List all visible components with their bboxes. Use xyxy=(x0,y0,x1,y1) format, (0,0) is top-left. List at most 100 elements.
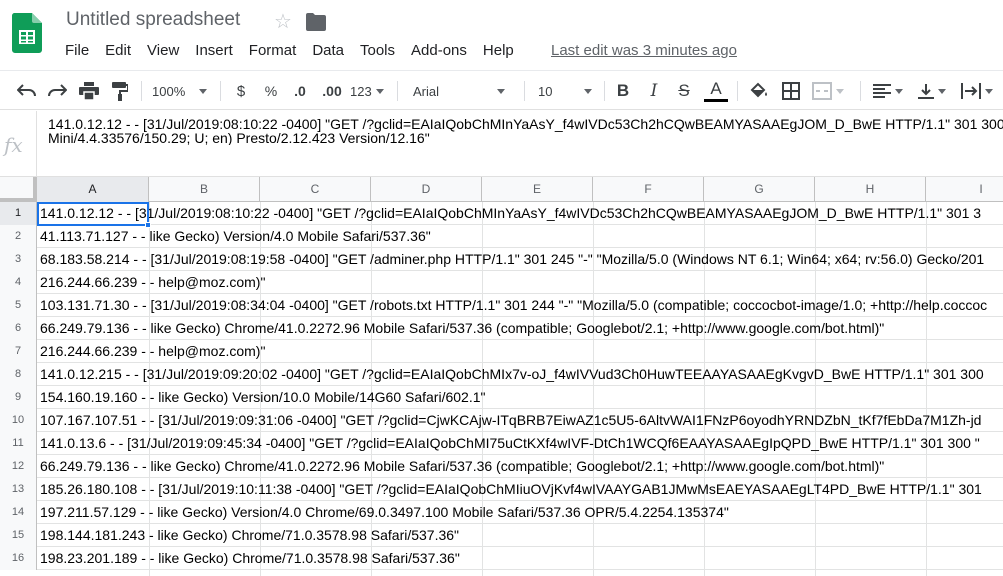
cell-a9[interactable]: 154.160.19.160 - - like Gecko) Version/1… xyxy=(40,386,485,409)
menu-tools[interactable]: Tools xyxy=(352,41,403,60)
menu-edit[interactable]: Edit xyxy=(97,41,139,60)
borders-button[interactable] xyxy=(779,71,803,111)
percent-format-button[interactable]: % xyxy=(260,71,282,111)
toolbar: 100% $ % .0 .00 123 Arial 10 B I S A xyxy=(0,70,1003,110)
increase-decimal-button[interactable]: .00 xyxy=(319,71,345,111)
currency-format-button[interactable]: $ xyxy=(230,71,252,111)
menu-file[interactable]: File xyxy=(57,41,97,60)
cell-a15[interactable]: 198.144.181.243 - like Gecko) Chrome/71.… xyxy=(40,524,459,547)
cell-a5[interactable]: 103.131.71.30 - - [31/Jul/2019:08:34:04 … xyxy=(40,294,987,317)
menu-help[interactable]: Help xyxy=(475,41,522,60)
row-header[interactable]: 2 xyxy=(0,225,37,248)
row-header[interactable]: 6 xyxy=(0,317,37,340)
font-size-value: 10 xyxy=(538,83,553,99)
table-row: 10 107.167.107.51 - - [31/Jul/2019:09:31… xyxy=(0,409,1003,432)
vertical-align-button[interactable] xyxy=(914,71,950,111)
last-edit-link[interactable]: Last edit was 3 minutes ago xyxy=(551,42,737,59)
menu-insert[interactable]: Insert xyxy=(187,41,241,60)
cell-a2[interactable]: 41.113.71.127 - - like Gecko) Version/4.… xyxy=(40,225,431,248)
text-wrapping-button[interactable] xyxy=(957,71,997,111)
redo-button[interactable] xyxy=(44,71,70,111)
align-left-icon xyxy=(873,84,891,98)
row-header[interactable]: 11 xyxy=(0,432,37,455)
toolbar-divider xyxy=(737,81,738,101)
chevron-down-icon xyxy=(199,88,208,94)
column-header-a[interactable]: A xyxy=(37,177,149,202)
cell-a1[interactable]: 141.0.12.12 - - [31/Jul/2019:08:10:22 -0… xyxy=(40,202,981,225)
row-header[interactable]: 16 xyxy=(0,547,37,570)
row-header[interactable]: 1 xyxy=(0,202,37,225)
table-row: 9 154.160.19.160 - - like Gecko) Version… xyxy=(0,386,1003,409)
cell-a6[interactable]: 66.249.79.136 - - like Gecko) Chrome/41.… xyxy=(40,317,884,340)
fill-handle[interactable] xyxy=(145,222,151,228)
fill-color-button[interactable] xyxy=(747,71,771,111)
menu-data[interactable]: Data xyxy=(304,41,352,60)
strikethrough-button[interactable]: S xyxy=(673,71,695,111)
cell-a14[interactable]: 197.211.57.129 - - like Gecko) Version/4… xyxy=(40,501,729,524)
row-header[interactable]: 3 xyxy=(0,248,37,271)
cell-a7[interactable]: 216.244.66.239 - - help@moz.com)" xyxy=(40,340,265,363)
font-family-select[interactable]: Arial xyxy=(413,71,513,111)
decrease-decimal-button[interactable]: .0 xyxy=(288,71,312,111)
row-header[interactable]: 7 xyxy=(0,340,37,363)
text-color-button[interactable]: A xyxy=(703,71,729,111)
spreadsheet-grid: A B C D E F G H I 1 141.0.12.12 - - [31/… xyxy=(0,177,1003,576)
font-size-select[interactable]: 10 xyxy=(538,71,600,111)
row-header[interactable]: 5 xyxy=(0,294,37,317)
row-header[interactable]: 14 xyxy=(0,501,37,524)
row-header[interactable]: 9 xyxy=(0,386,37,409)
print-button[interactable] xyxy=(76,71,102,111)
column-header-f[interactable]: F xyxy=(593,177,704,202)
table-row: 2 41.113.71.127 - - like Gecko) Version/… xyxy=(0,225,1003,248)
document-title[interactable]: Untitled spreadsheet xyxy=(66,9,240,31)
chevron-down-icon xyxy=(836,88,844,94)
cell-a3[interactable]: 68.183.58.214 - - [31/Jul/2019:08:19:58 … xyxy=(40,248,984,271)
sheets-logo-icon[interactable] xyxy=(12,13,42,53)
formula-bar: fx 141.0.12.12 - - [31/Jul/2019:08:10:22… xyxy=(0,111,1003,177)
zoom-select[interactable]: 100% xyxy=(152,71,214,111)
paint-format-button[interactable] xyxy=(107,71,133,111)
column-header-b[interactable]: B xyxy=(149,177,260,202)
number-format-select[interactable]: 123 xyxy=(350,71,390,111)
row-header[interactable]: 4 xyxy=(0,271,37,294)
menu-bar: File Edit View Insert Format Data Tools … xyxy=(57,41,522,60)
cell-a4[interactable]: 216.244.66.239 - - help@moz.com)" xyxy=(40,271,265,294)
menu-format[interactable]: Format xyxy=(241,41,305,60)
table-row: 5 103.131.71.30 - - [31/Jul/2019:08:34:0… xyxy=(0,294,1003,317)
cell-a16[interactable]: 198.23.201.189 - - like Gecko) Chrome/71… xyxy=(40,547,460,570)
merge-cells-button[interactable] xyxy=(810,71,846,111)
menu-view[interactable]: View xyxy=(139,41,187,60)
horizontal-align-button[interactable] xyxy=(870,71,906,111)
text-wrap-icon xyxy=(961,83,981,99)
column-header-c[interactable]: C xyxy=(260,177,371,202)
column-header-g[interactable]: G xyxy=(704,177,815,202)
cell-a11[interactable]: 141.0.13.6 - - [31/Jul/2019:09:45:34 -04… xyxy=(40,432,980,455)
column-header-d[interactable]: D xyxy=(371,177,482,202)
italic-button[interactable]: I xyxy=(643,71,665,111)
row-header[interactable]: 15 xyxy=(0,524,37,547)
row-header[interactable]: 12 xyxy=(0,455,37,478)
folder-icon[interactable] xyxy=(306,13,326,31)
select-all-corner[interactable] xyxy=(0,177,37,202)
text-color-letter: A xyxy=(710,79,722,98)
table-row: 14 197.211.57.129 - - like Gecko) Versio… xyxy=(0,501,1003,524)
formula-input[interactable]: 141.0.12.12 - - [31/Jul/2019:08:10:22 -0… xyxy=(48,117,1003,145)
menu-addons[interactable]: Add-ons xyxy=(403,41,475,60)
toolbar-divider xyxy=(524,81,525,101)
zoom-value: 100% xyxy=(152,83,186,99)
column-header-e[interactable]: E xyxy=(482,177,593,202)
row-header[interactable]: 13 xyxy=(0,478,37,501)
cell-a10[interactable]: 107.167.107.51 - - [31/Jul/2019:09:31:06… xyxy=(40,409,981,432)
cell-a13[interactable]: 185.26.180.108 - - [31/Jul/2019:10:11:38… xyxy=(40,478,982,501)
align-bottom-icon xyxy=(918,84,934,99)
row-header[interactable]: 8 xyxy=(0,363,37,386)
bold-button[interactable]: B xyxy=(612,71,634,111)
star-icon[interactable]: ☆ xyxy=(274,9,292,34)
column-header-i[interactable]: I xyxy=(926,177,1003,202)
row-header[interactable]: 10 xyxy=(0,409,37,432)
cell-a12[interactable]: 66.249.79.136 - - like Gecko) Chrome/41.… xyxy=(40,455,884,478)
undo-button[interactable] xyxy=(14,71,40,111)
column-header-h[interactable]: H xyxy=(815,177,926,202)
cell-a8[interactable]: 141.0.12.215 - - [31/Jul/2019:09:20:02 -… xyxy=(40,363,984,386)
toolbar-divider xyxy=(141,81,142,101)
